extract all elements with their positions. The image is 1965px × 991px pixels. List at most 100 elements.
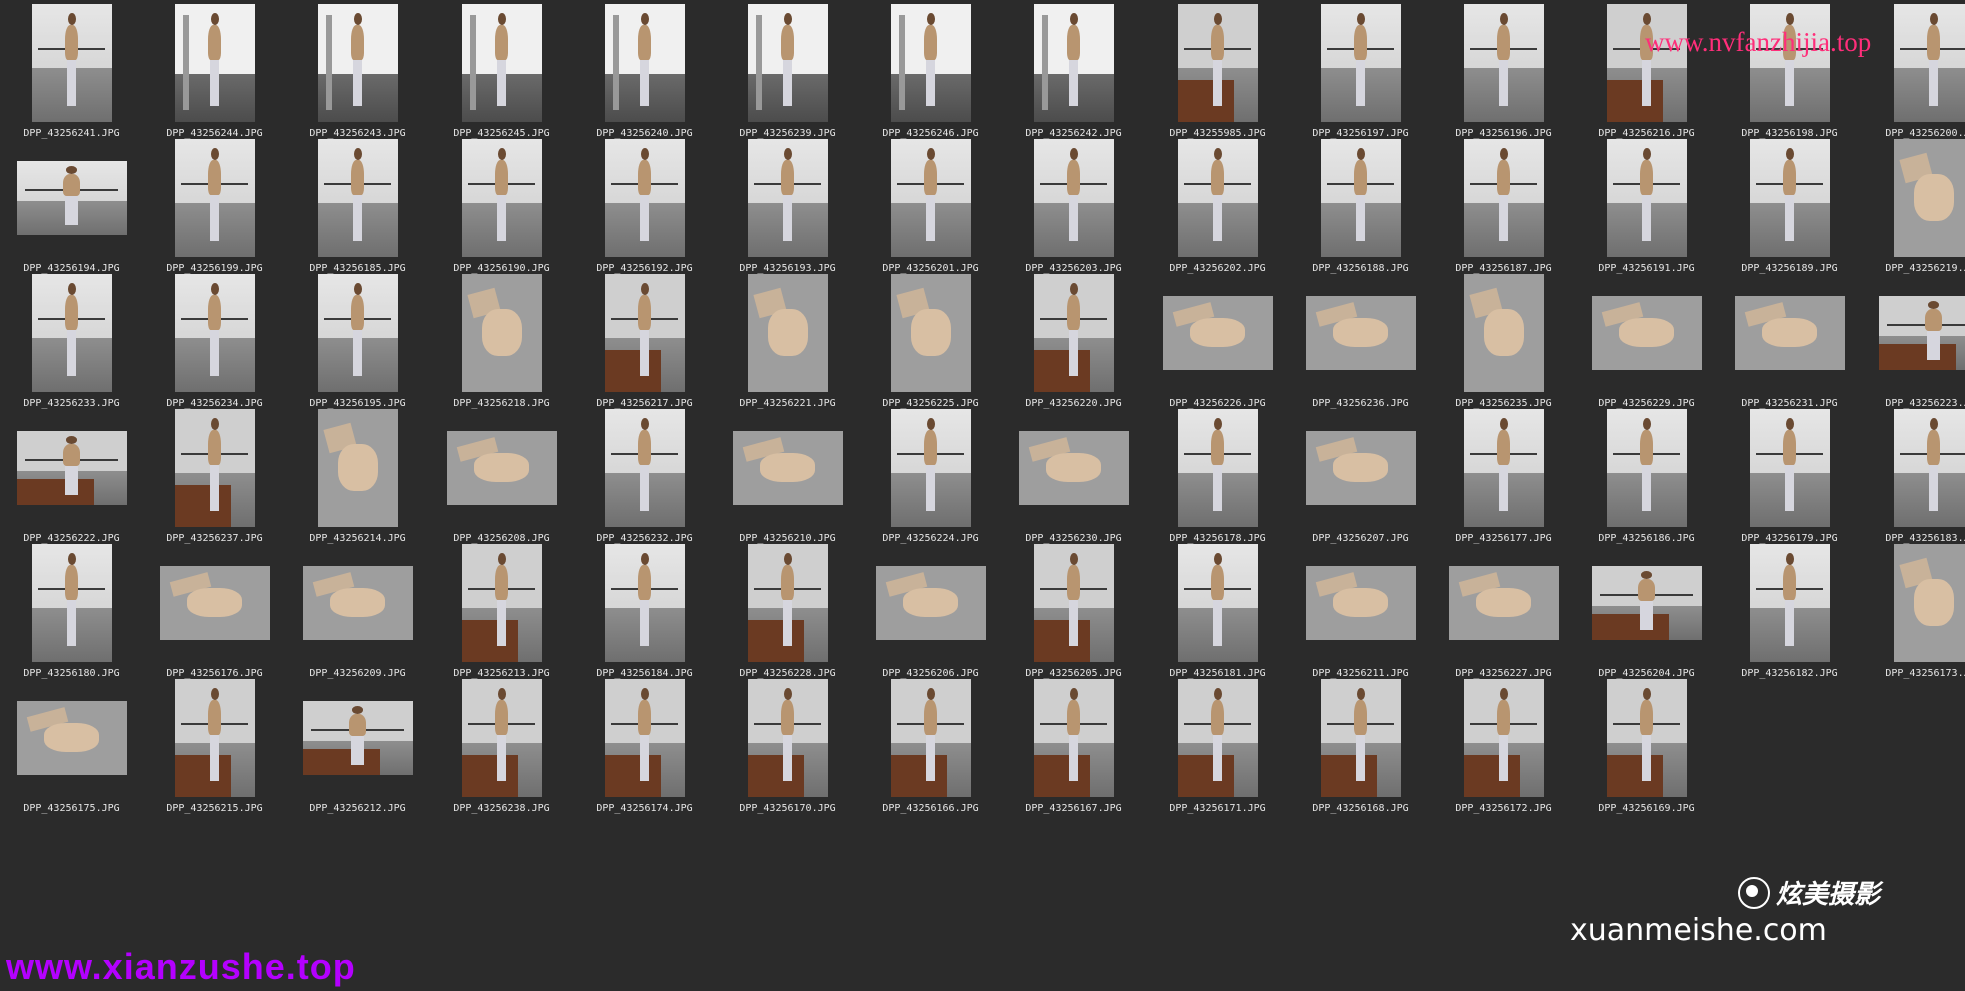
photo-figure-legs [639,463,650,512]
photo-thumbnail[interactable] [1033,273,1114,392]
photo-thumbnail[interactable] [1162,295,1273,370]
photo-thumbnail[interactable] [604,273,685,392]
photo-thumbnail[interactable] [1893,3,1965,122]
photo-thumbnail[interactable] [747,273,828,392]
thumbnail-item[interactable]: DPP_43256167.JPG [1002,675,1145,844]
photo-thumbnail[interactable] [1177,138,1258,257]
photo-thumbnail[interactable] [446,430,557,505]
photo-thumbnail[interactable] [604,408,685,527]
photo-thumbnail[interactable] [461,678,542,797]
photo-thumbnail[interactable] [890,678,971,797]
photo-thumbnail[interactable] [31,273,112,392]
photo-thumbnail[interactable] [31,543,112,662]
photo-thumbnail[interactable] [1463,408,1544,527]
photo-thumbnail[interactable] [1448,565,1559,640]
photo-thumbnail[interactable] [1463,3,1544,122]
photo-thumbnail[interactable] [16,430,127,505]
photo-thumbnail[interactable] [604,3,685,122]
photo-thumbnail[interactable] [1320,138,1401,257]
photo-thumbnail[interactable] [747,3,828,122]
photo-thumbnail[interactable] [1177,3,1258,122]
photo-thumbnail[interactable] [875,565,986,640]
photo-thumbnail[interactable] [461,543,542,662]
thumbnail-item[interactable]: DPP_43256168.JPG [1289,675,1432,844]
photo-thumbnail[interactable] [461,3,542,122]
photo-thumbnail[interactable] [604,678,685,797]
photo-thumbnail[interactable] [747,543,828,662]
thumbnail-item[interactable]: DPP_43256212.JPG [286,675,429,844]
photo-thumbnail[interactable] [747,138,828,257]
photo-thumbnail[interactable] [1033,3,1114,122]
photo-thumbnail[interactable] [1749,138,1830,257]
thumbnail-item[interactable]: DPP_43256175.JPG [0,675,143,844]
photo-thumbnail[interactable] [604,543,685,662]
photo-thumbnail[interactable] [1734,295,1845,370]
photo-thumbnail[interactable] [31,3,112,122]
photo-thumbnail[interactable] [1878,295,1965,370]
photo-thumbnail[interactable] [159,565,270,640]
photo-thumbnail[interactable] [174,678,255,797]
photo-thumbnail[interactable] [302,565,413,640]
photo-thumbnail[interactable] [317,408,398,527]
thumbnail-item[interactable]: DPP_43256172.JPG [1432,675,1575,844]
photo-thumbnail[interactable] [1893,543,1965,662]
thumbnail-item[interactable]: DPP_43256238.JPG [430,675,573,844]
photo-thumbnail[interactable] [1463,273,1544,392]
photo-thumbnail[interactable] [1749,3,1830,122]
photo-thumbnail[interactable] [1033,543,1114,662]
thumbnail-item[interactable]: DPP_43256182.JPG [1718,540,1861,709]
thumbnail-item[interactable]: DPP_43256166.JPG [859,675,1002,844]
photo-thumbnail[interactable] [732,430,843,505]
photo-thumbnail[interactable] [890,408,971,527]
photo-thumbnail[interactable] [174,408,255,527]
photo-thumbnail[interactable] [302,700,413,775]
thumbnail-item[interactable]: DPP_43256173.JPG [1862,540,1965,709]
thumbnail-item[interactable]: DPP_43256215.JPG [143,675,286,844]
photo-thumbnail[interactable] [1893,138,1965,257]
photo-thumbnail[interactable] [461,138,542,257]
photo-thumbnail[interactable] [1749,408,1830,527]
photo-thumbnail[interactable] [1591,295,1702,370]
thumbnail-item[interactable]: DPP_43256174.JPG [573,675,716,844]
photo-figure-legs [352,58,363,107]
photo-thumbnail[interactable] [1305,295,1416,370]
photo-thumbnail[interactable] [174,273,255,392]
photo-desk [1606,80,1663,122]
thumbnail-item[interactable]: DPP_43256171.JPG [1146,675,1289,844]
photo-thumbnail[interactable] [890,138,971,257]
photo-thumbnail[interactable] [1305,430,1416,505]
photo-thumbnail[interactable] [174,3,255,122]
photo-thumbnail[interactable] [1606,3,1687,122]
photo-thumbnail[interactable] [1305,565,1416,640]
photo-thumbnail[interactable] [1606,138,1687,257]
photo-thumbnail[interactable] [1177,543,1258,662]
photo-thumbnail[interactable] [16,700,127,775]
photo-thumbnail[interactable] [1177,678,1258,797]
photo-figure-top [1783,429,1796,466]
thumbnail-item[interactable]: DPP_43256170.JPG [716,675,859,844]
photo-thumbnail[interactable] [890,273,971,392]
photo-thumbnail[interactable] [1606,408,1687,527]
photo-thumbnail[interactable] [1591,565,1702,640]
photo-thumbnail[interactable] [16,160,127,235]
photo-thumbnail[interactable] [1749,543,1830,662]
photo-thumbnail[interactable] [1177,408,1258,527]
photo-thumbnail[interactable] [317,3,398,122]
photo-thumbnail[interactable] [461,273,542,392]
photo-thumbnail[interactable] [1606,678,1687,797]
photo-thumbnail[interactable] [1018,430,1129,505]
photo-thumbnail[interactable] [1893,408,1965,527]
photo-thumbnail[interactable] [1463,678,1544,797]
photo-thumbnail[interactable] [1033,138,1114,257]
photo-thumbnail[interactable] [317,138,398,257]
photo-thumbnail[interactable] [1463,138,1544,257]
photo-thumbnail[interactable] [174,138,255,257]
photo-thumbnail[interactable] [1320,678,1401,797]
photo-thumbnail[interactable] [604,138,685,257]
photo-thumbnail[interactable] [747,678,828,797]
photo-thumbnail[interactable] [1320,3,1401,122]
photo-thumbnail[interactable] [890,3,971,122]
photo-thumbnail[interactable] [1033,678,1114,797]
photo-thumbnail[interactable] [317,273,398,392]
thumbnail-item[interactable]: DPP_43256169.JPG [1575,675,1718,844]
